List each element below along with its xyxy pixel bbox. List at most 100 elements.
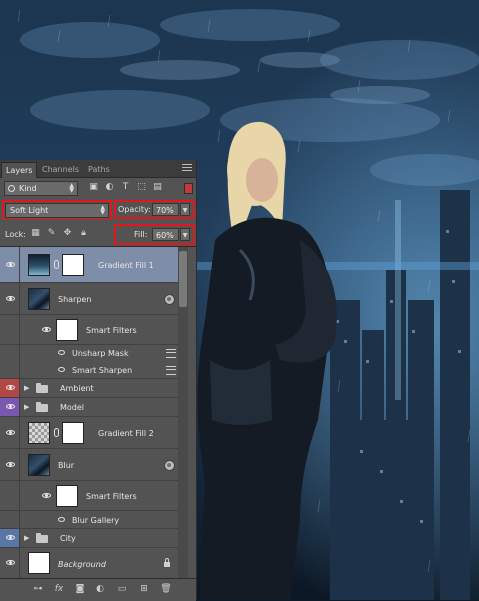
scrollbar-thumb[interactable]	[179, 251, 187, 307]
blend-row: Soft Light ▲ ▼ Opacity: 70% ▼	[0, 199, 196, 221]
lock-pixels-icon[interactable]: ✎	[46, 228, 57, 239]
fill-label: Fill:	[134, 230, 148, 239]
new-layer-icon[interactable]: ⊞	[138, 584, 150, 595]
layer-thumbnail	[28, 422, 50, 444]
layer-list: Gradient Fill 1 Sharpen Smart Filters Un…	[0, 246, 196, 579]
layer-name: Sharpen	[58, 295, 92, 304]
new-group-icon[interactable]: ▭	[116, 584, 128, 595]
lock-all-icon[interactable]: 🔒︎	[78, 228, 89, 239]
visibility-toggle[interactable]	[0, 247, 20, 282]
filter-shape-icon[interactable]: ⬚	[136, 182, 147, 193]
add-layer-style-icon[interactable]: fx	[52, 584, 66, 595]
filter-pixel-icon[interactable]: ▣	[88, 182, 99, 193]
filter-toggle[interactable]	[184, 183, 193, 194]
layer-row-gradient-fill-1[interactable]: Gradient Fill 1	[0, 247, 178, 283]
filter-kind-label: Kind	[19, 184, 37, 193]
visibility-toggle[interactable]	[0, 548, 20, 578]
folder-icon	[36, 383, 48, 393]
folder-icon	[36, 402, 48, 412]
layer-name: Model	[60, 403, 85, 412]
layer-name: Smart Sharpen	[72, 366, 133, 375]
layer-name: Ambient	[60, 384, 94, 393]
filter-smartobject-icon[interactable]: ▤	[152, 182, 163, 193]
filter-kind-select[interactable]: Kind ▲ ▼	[4, 181, 78, 196]
tab-channels[interactable]: Channels	[38, 162, 83, 177]
visibility-toggle	[0, 345, 20, 362]
layer-row-smart-filters[interactable]: Smart Filters	[0, 315, 178, 345]
eye-icon	[6, 560, 15, 565]
lock-label: Lock:	[5, 230, 26, 239]
expand-arrow-icon[interactable]: ▶	[24, 385, 31, 392]
visibility-toggle[interactable]	[0, 398, 20, 416]
expand-arrow-icon[interactable]: ▶	[24, 535, 31, 542]
add-mask-icon[interactable]: ◙	[74, 584, 86, 595]
lock-icon	[164, 558, 170, 567]
layer-row-model[interactable]: ▶ Model	[0, 398, 178, 417]
layer-row-smart-filters[interactable]: Smart Filters	[0, 481, 178, 511]
smart-object-badge-icon	[164, 460, 175, 471]
visibility-toggle[interactable]	[0, 283, 20, 314]
eye-icon[interactable]	[42, 327, 51, 332]
eye-icon[interactable]	[58, 517, 65, 522]
eye-icon[interactable]	[42, 493, 51, 498]
layer-row-ambient[interactable]: ▶ Ambient	[0, 379, 178, 398]
eye-icon	[6, 385, 15, 390]
filter-adjustment-icon[interactable]: ◐	[104, 182, 115, 193]
layer-row-smart-sharpen[interactable]: Smart Sharpen	[0, 362, 178, 379]
layers-panel: Layers Channels Paths Kind ▲ ▼ ▣ ◐ T ⬚ ▤ …	[0, 160, 197, 601]
eye-icon	[6, 262, 15, 267]
lock-position-icon[interactable]: ✥	[62, 228, 73, 239]
layer-filter-row: Kind ▲ ▼ ▣ ◐ T ⬚ ▤	[0, 178, 196, 198]
eye-icon	[6, 462, 15, 467]
filter-mask-thumbnail	[56, 485, 78, 507]
layer-name: City	[60, 534, 76, 543]
layer-name: Gradient Fill 2	[98, 429, 154, 438]
layer-name: Gradient Fill 1	[98, 261, 154, 270]
layer-name: Smart Filters	[86, 326, 137, 335]
layer-thumbnail	[28, 288, 50, 310]
layer-row-sharpen[interactable]: Sharpen	[0, 283, 178, 315]
visibility-toggle[interactable]	[0, 379, 20, 397]
visibility-toggle[interactable]	[0, 417, 20, 448]
lock-transparent-icon[interactable]: ▦	[30, 228, 41, 239]
layer-thumbnail	[28, 254, 50, 276]
layer-row-blur[interactable]: Blur	[0, 449, 178, 481]
filter-options-icon[interactable]	[166, 366, 176, 375]
layer-name: Smart Filters	[86, 492, 137, 501]
fill-dropdown[interactable]: ▼	[180, 228, 190, 241]
trash-icon[interactable]: 🗑︎	[160, 584, 172, 595]
visibility-toggle	[0, 315, 20, 344]
tab-layers[interactable]: Layers	[1, 162, 38, 178]
link-layers-icon[interactable]: ⊶	[32, 584, 44, 595]
chevron-updown-icon: ▲ ▼	[69, 182, 74, 194]
layers-footer-toolbar: ⊶ fx ◙ ◐ ▭ ⊞ 🗑︎	[0, 578, 196, 601]
opacity-dropdown[interactable]: ▼	[180, 203, 190, 216]
chevron-updown-icon: ▲ ▼	[100, 204, 105, 216]
layer-row-blur-gallery[interactable]: Blur Gallery	[0, 511, 178, 529]
eye-icon[interactable]	[58, 350, 65, 355]
fill-field[interactable]: 60%	[152, 228, 179, 241]
layer-name: Unsharp Mask	[72, 349, 129, 358]
visibility-toggle[interactable]	[0, 529, 20, 547]
opacity-label: Opacity:	[118, 205, 151, 214]
opacity-field[interactable]: 70%	[152, 203, 179, 216]
layer-mask-thumbnail	[62, 422, 84, 444]
layer-name: Blur	[58, 461, 75, 470]
layer-thumbnail	[28, 454, 50, 476]
panel-menu-icon[interactable]	[182, 164, 192, 172]
layer-row-unsharp-mask[interactable]: Unsharp Mask	[0, 345, 178, 362]
eye-icon[interactable]	[58, 367, 65, 372]
tab-paths[interactable]: Paths	[84, 162, 114, 177]
layer-row-background[interactable]: Background	[0, 548, 178, 579]
visibility-toggle[interactable]	[0, 449, 20, 480]
filter-options-icon[interactable]	[166, 349, 176, 358]
blend-mode-select[interactable]: Soft Light ▲ ▼	[5, 203, 109, 218]
blend-mode-value: Soft Light	[10, 206, 49, 215]
filter-type-icon[interactable]: T	[120, 182, 131, 193]
layer-thumbnail	[28, 552, 50, 574]
layer-row-gradient-fill-2[interactable]: Gradient Fill 2	[0, 417, 178, 449]
expand-arrow-icon[interactable]: ▶	[24, 404, 31, 411]
visibility-toggle	[0, 511, 20, 528]
layer-row-city[interactable]: ▶ City	[0, 529, 178, 548]
new-adjustment-layer-icon[interactable]: ◐	[94, 584, 106, 595]
